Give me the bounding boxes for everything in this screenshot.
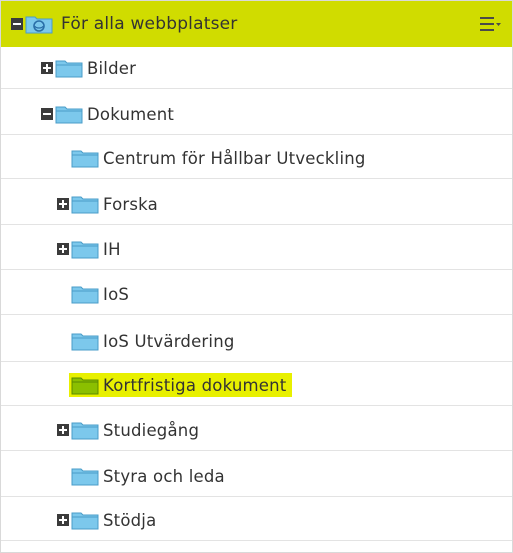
tree-item-label: Kortfristiga dokument: [103, 375, 287, 395]
tree-item[interactable]: Stödja: [1, 499, 512, 541]
highlighted-item: Kortfristiga dokument: [69, 373, 293, 397]
tree-item-label: Centrum för Hållbar Utveckling: [103, 148, 366, 168]
folder-icon: [71, 510, 99, 530]
expand-toggle-icon[interactable]: [41, 62, 53, 74]
site-tree-panel: För alla webbplatser Bilder Dokument Centr…: [0, 0, 513, 553]
tree-item[interactable]: Bilder: [1, 47, 512, 89]
item-content: Styra och leda: [71, 466, 225, 486]
tree-item[interactable]: Dokument: [1, 93, 512, 135]
item-content: Forska: [71, 194, 158, 214]
expand-toggle-icon[interactable]: [57, 424, 69, 436]
item-content: Studiegång: [71, 420, 199, 440]
tree-item-label: Bilder: [87, 58, 137, 78]
tree-item-label: Dokument: [87, 104, 175, 124]
item-content: IH: [71, 239, 121, 259]
item-content: Centrum för Hållbar Utveckling: [71, 148, 366, 168]
tree-item[interactable]: IoS: [1, 273, 512, 315]
folder-icon: [71, 375, 99, 395]
item-content: Dokument: [55, 104, 174, 124]
collapse-toggle-icon[interactable]: [41, 108, 53, 120]
folder-icon: [71, 239, 99, 259]
tree-header[interactable]: För alla webbplatser: [1, 1, 512, 47]
folder-icon: [71, 420, 99, 440]
item-content: Stödja: [71, 510, 156, 530]
collapse-toggle-icon[interactable]: [11, 18, 23, 30]
hamburger-dropdown-icon[interactable]: [480, 16, 502, 32]
tree-item-label: Styra och leda: [103, 466, 225, 486]
item-content: IoS: [71, 284, 129, 304]
tree-item-label: Forska: [103, 194, 158, 214]
tree-item-label: Studiegång: [103, 420, 200, 440]
tree-item[interactable]: IH: [1, 228, 512, 270]
tree-item-label: IoS: [103, 284, 130, 304]
folder-icon: [71, 194, 99, 214]
tree-item[interactable]: Forska: [1, 183, 512, 225]
folder-icon: [55, 58, 83, 78]
tree-item[interactable]: Studiegång: [1, 409, 512, 451]
folder-icon: [71, 148, 99, 168]
item-content: Bilder: [55, 58, 136, 78]
tree-item[interactable]: Centrum för Hållbar Utveckling: [1, 137, 512, 179]
tree-item[interactable]: Styra och leda: [1, 455, 512, 497]
tree-item-label: Stödja: [103, 510, 157, 530]
folder-icon: [71, 466, 99, 486]
expand-toggle-icon[interactable]: [57, 243, 69, 255]
tree-item-label: IoS Utvärdering: [103, 331, 235, 351]
expand-toggle-icon[interactable]: [57, 198, 69, 210]
tree-item-label: IH: [103, 239, 121, 259]
header-title: För alla webbplatser: [61, 14, 238, 34]
tree-item[interactable]: IoS Utvärdering: [1, 320, 512, 362]
item-content: IoS Utvärdering: [71, 331, 235, 351]
folder-icon: [71, 284, 99, 304]
folder-icon: [71, 331, 99, 351]
site-collection-folder-icon: [25, 14, 53, 34]
expand-toggle-icon[interactable]: [57, 514, 69, 526]
folder-icon: [55, 104, 83, 124]
tree-item[interactable]: Kortfristiga dokument: [1, 364, 512, 406]
